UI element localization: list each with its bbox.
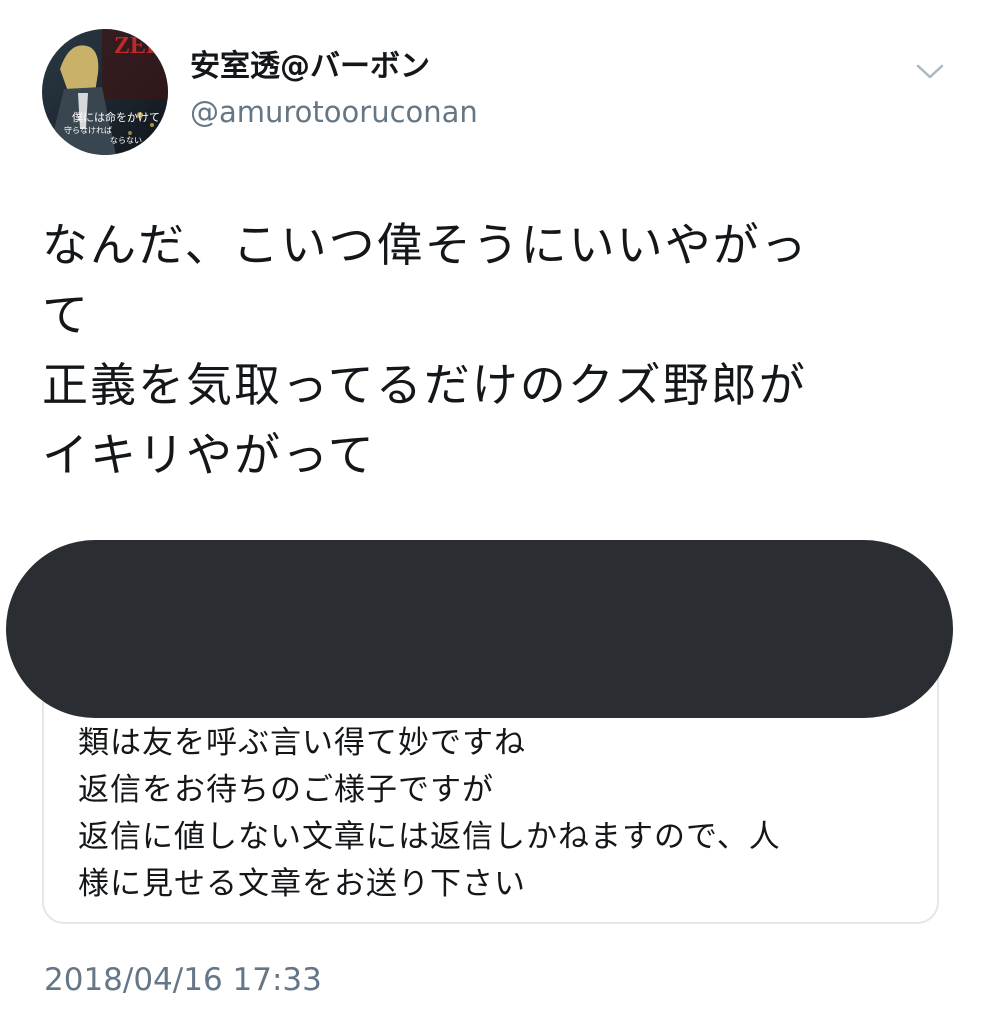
tweet-text-line: なんだ、こいつ偉そうにいいやがっ [42,218,809,272]
redaction-overlay [6,540,953,718]
tweet-text-line: て [42,288,90,342]
tweet-menu-button[interactable] [910,56,950,86]
tweet-text-line: 正義を気取ってるだけのクズ野郎が [42,358,807,412]
tweet-text-line: イキリやがって [42,428,376,482]
quoted-tweet-text-line: 様に見せる文章をお送り下さい [78,866,526,902]
avatar-image: ZERO 僕には命をかけて 守らなければ ならない [42,29,168,155]
author-handle[interactable]: @amurotooruconan [190,92,478,132]
quoted-tweet-text-line: 返信をお待ちのご様子ですが [78,772,494,808]
avatar-text-line: 守らなければ [64,125,112,135]
chevron-down-icon [916,64,944,79]
avatar-text-line: ならない [110,136,142,145]
avatar-banner-text: ZERO [114,33,168,59]
tweet-text: なんだ、こいつ偉そうにいいやがっ て 正義を気取ってるだけのクズ野郎が イキリや… [42,210,942,490]
avatar-text-line: 僕には命をかけて [72,110,160,124]
tweet-timestamp[interactable]: 2018/04/16 17:33 [44,958,322,1002]
author-display-name[interactable]: 安室透@バーボン [190,47,430,87]
quoted-tweet-text-line: 類は友を呼ぶ言い得て妙ですね [78,725,526,761]
avatar[interactable]: ZERO 僕には命をかけて 守らなければ ならない [42,29,168,155]
quoted-tweet-text-line: 返信に値しない文章には返信しかねますので、人 [78,819,781,855]
quoted-tweet-text: 類は友を呼ぶ言い得て妙ですね 返信をお待ちのご様子ですが 返信に値しない文章には… [78,720,781,908]
